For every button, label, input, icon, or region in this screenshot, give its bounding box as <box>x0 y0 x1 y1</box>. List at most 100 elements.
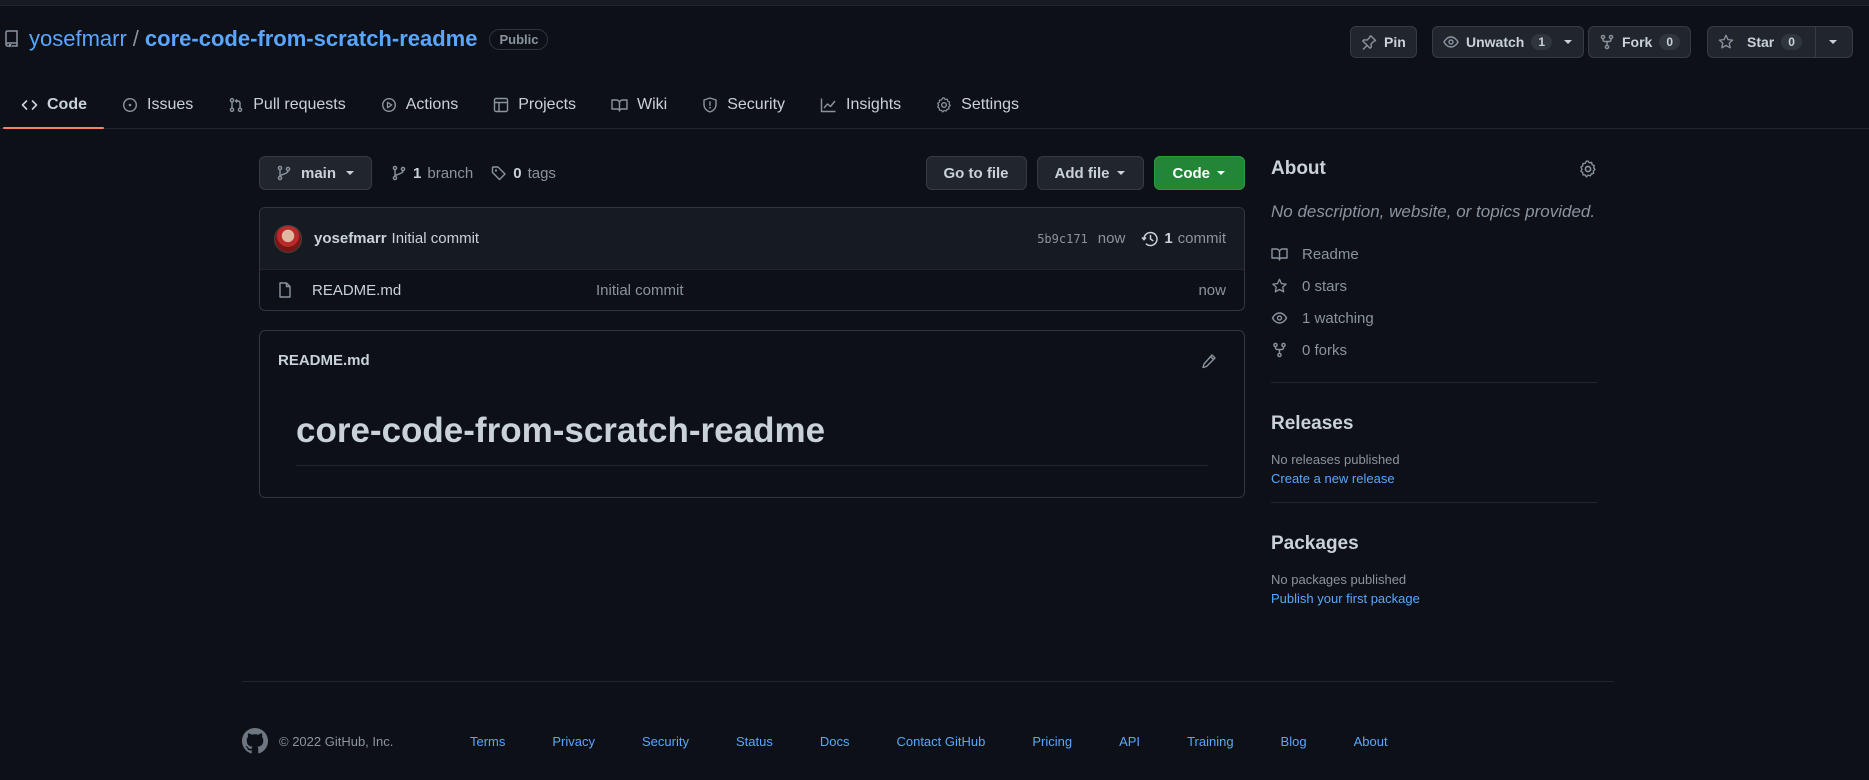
tab-issues[interactable]: Issues <box>104 82 210 128</box>
tab-actions[interactable]: Actions <box>363 82 475 128</box>
tab-wiki[interactable]: Wiki <box>593 82 684 128</box>
branch-name: main <box>301 164 337 182</box>
about-description: No description, website, or topics provi… <box>1271 202 1596 221</box>
fork-count: 0 <box>1659 34 1681 50</box>
forks-link[interactable]: 0 forks <box>1271 334 1597 366</box>
repo-icon <box>4 30 20 48</box>
commit-message-link[interactable]: Initial commit <box>392 230 480 247</box>
tab-label: Wiki <box>637 96 668 113</box>
footer-link-api[interactable]: API <box>1119 734 1140 749</box>
footer-link-blog[interactable]: Blog <box>1281 734 1307 749</box>
github-logo-icon[interactable] <box>242 728 268 754</box>
repo-sidebar: About No description, website, or topics… <box>1271 156 1597 606</box>
packages-empty-text: No packages published <box>1271 572 1407 587</box>
watching-count: 1 <box>1302 309 1311 327</box>
tab-label: Code <box>47 96 87 113</box>
stars-link[interactable]: 0 stars <box>1271 270 1597 302</box>
packages-title: Packages <box>1271 533 1359 554</box>
releases-section: Releases No releases published Create a … <box>1271 383 1597 486</box>
about-header: About <box>1271 156 1597 182</box>
unwatch-label: Unwatch <box>1466 34 1525 50</box>
create-release-link[interactable]: Create a new release <box>1271 471 1597 486</box>
readme-filename-link[interactable]: README.md <box>278 352 370 369</box>
footer-link-pricing[interactable]: Pricing <box>1032 734 1072 749</box>
go-to-file-button[interactable]: Go to file <box>925 156 1027 190</box>
footer-link-about[interactable]: About <box>1354 734 1388 749</box>
readme-label: Readme <box>1302 245 1359 263</box>
pin-button[interactable]: Pin <box>1350 26 1417 58</box>
stars-label: stars <box>1314 277 1348 295</box>
readme-heading: core-code-from-scratch-readme <box>296 411 1208 466</box>
tag-count: 0 <box>513 164 522 182</box>
code-icon <box>21 97 38 113</box>
code-button-label: Code <box>1172 164 1211 182</box>
tags-link[interactable]: 0 tags <box>491 165 556 182</box>
table-icon <box>493 97 509 113</box>
page-footer: © 2022 GitHub, Inc. Terms Privacy Securi… <box>242 681 1614 754</box>
repo-owner-link[interactable]: yosefmarr <box>29 26 127 52</box>
chevron-down-icon <box>1116 170 1126 176</box>
tab-pull-requests[interactable]: Pull requests <box>210 82 363 128</box>
commit-author-link[interactable]: yosefmarr <box>314 230 387 247</box>
publish-package-link[interactable]: Publish your first package <box>1271 591 1597 606</box>
branch-select-button[interactable]: main <box>259 156 373 190</box>
gear-icon[interactable] <box>1579 160 1597 178</box>
tab-code[interactable]: Code <box>3 82 104 129</box>
tab-label: Actions <box>405 96 459 113</box>
book-icon <box>1271 246 1288 262</box>
readme-panel: README.md core-code-from-scratch-readme <box>259 330 1245 498</box>
footer-link-docs[interactable]: Docs <box>820 734 850 749</box>
watchers-link[interactable]: 1 watching <box>1271 302 1597 334</box>
latest-commit: yosefmarr Initial commit 5b9c171 now 1 c… <box>260 208 1244 270</box>
footer-row: © 2022 GitHub, Inc. Terms Privacy Securi… <box>242 728 1614 754</box>
book-icon <box>611 97 628 113</box>
tab-security[interactable]: Security <box>684 82 802 128</box>
branch-count: 1 <box>413 164 422 182</box>
unwatch-button[interactable]: Unwatch 1 <box>1432 26 1585 58</box>
commit-sha-link[interactable]: 5b9c171 <box>1037 232 1088 246</box>
star-list-dropdown[interactable] <box>1814 27 1852 57</box>
tab-projects[interactable]: Projects <box>475 82 593 128</box>
file-name-link[interactable]: README.md <box>312 282 401 299</box>
footer-link-contact[interactable]: Contact GitHub <box>896 734 985 749</box>
chevron-down-icon <box>1216 170 1226 176</box>
pin-label: Pin <box>1384 34 1406 50</box>
footer-link-security[interactable]: Security <box>642 734 689 749</box>
tab-settings[interactable]: Settings <box>918 82 1036 128</box>
branches-link[interactable]: 1 branch <box>391 165 473 182</box>
tab-label: Projects <box>518 96 577 113</box>
commit-meta: 5b9c171 now 1 commit <box>1037 230 1226 247</box>
eye-icon <box>1271 310 1288 326</box>
footer-link-status[interactable]: Status <box>736 734 773 749</box>
pin-icon <box>1361 34 1377 50</box>
branch-icon <box>391 165 407 181</box>
repo-name-link[interactable]: core-code-from-scratch-readme <box>145 26 478 52</box>
pencil-icon[interactable] <box>1201 353 1217 369</box>
repo-separator: / <box>132 26 139 51</box>
star-button[interactable]: Star 0 <box>1707 26 1853 58</box>
fork-icon <box>1271 342 1288 358</box>
footer-link-privacy[interactable]: Privacy <box>552 734 595 749</box>
code-button[interactable]: Code <box>1153 156 1245 190</box>
tab-label: Issues <box>147 96 194 113</box>
footer-link-terms[interactable]: Terms <box>470 734 505 749</box>
commit-history-link[interactable]: 1 commit <box>1141 230 1226 247</box>
about-stats: Readme 0 stars 1 watching 0 forks <box>1271 238 1597 366</box>
chevron-down-icon <box>1563 39 1573 45</box>
file-commit-message-link[interactable]: Initial commit <box>596 282 684 299</box>
commit-count: 1 <box>1164 230 1173 247</box>
tab-insights[interactable]: Insights <box>802 82 918 128</box>
add-file-label: Add file <box>1054 164 1110 182</box>
add-file-button[interactable]: Add file <box>1036 156 1144 190</box>
footer-link-training[interactable]: Training <box>1187 734 1233 749</box>
fork-button[interactable]: Fork 0 <box>1588 26 1692 58</box>
readme-link[interactable]: Readme <box>1271 238 1597 270</box>
play-icon <box>381 97 397 113</box>
tab-label: Security <box>727 96 786 113</box>
file-navigation: main 1 branch 0 tags Go to file Add file… <box>259 156 1245 190</box>
forks-count: 0 <box>1302 341 1311 359</box>
star-count: 0 <box>1781 34 1802 50</box>
forks-label: forks <box>1314 341 1348 359</box>
avatar[interactable] <box>274 224 302 253</box>
chevron-down-icon <box>1828 39 1838 45</box>
